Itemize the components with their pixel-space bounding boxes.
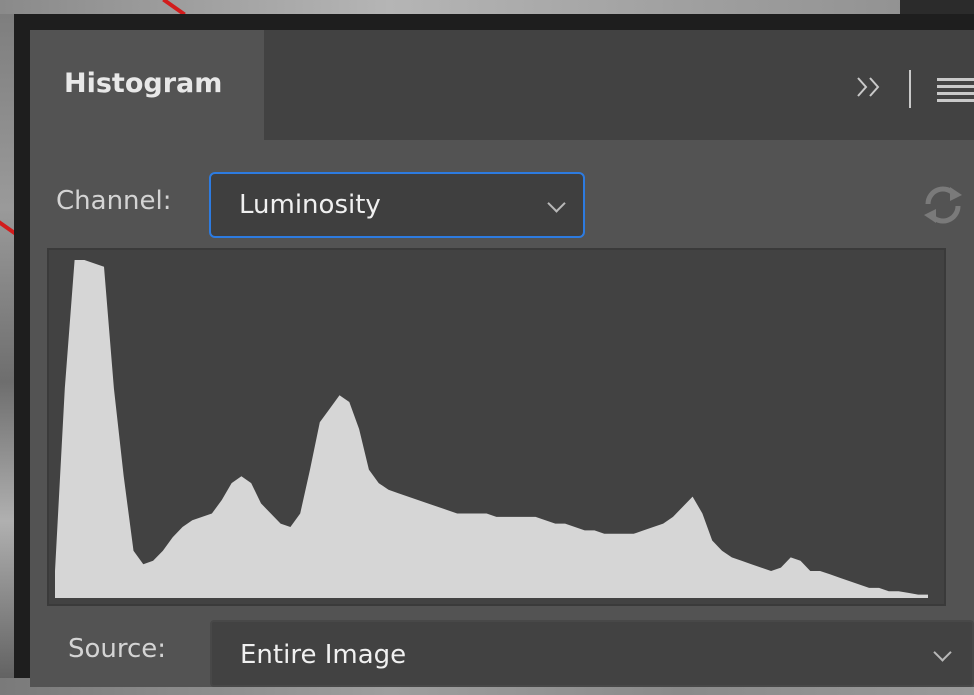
channel-label: Channel: bbox=[56, 186, 172, 216]
chevron-down-icon bbox=[933, 643, 952, 662]
panel-tab-bar: Histogram bbox=[30, 30, 974, 140]
panel-body: Histogram Channel: Luminosity Source: En… bbox=[30, 30, 974, 687]
tab-bar-separator bbox=[909, 70, 911, 108]
histogram-panel: Histogram Channel: Luminosity Source: En… bbox=[14, 14, 974, 687]
source-label: Source: bbox=[68, 634, 167, 664]
double-chevron-right-icon[interactable] bbox=[852, 72, 892, 102]
histogram-area bbox=[55, 260, 928, 598]
histogram-plot bbox=[55, 260, 928, 598]
source-dropdown[interactable]: Entire Image bbox=[210, 620, 974, 687]
channel-value: Luminosity bbox=[239, 190, 381, 220]
histogram-graph bbox=[47, 248, 946, 606]
chevron-down-icon bbox=[547, 194, 566, 213]
hamburger-menu-icon[interactable] bbox=[937, 78, 974, 104]
refresh-icon[interactable] bbox=[920, 182, 966, 228]
tab-label: Histogram bbox=[64, 68, 223, 99]
channel-dropdown[interactable]: Luminosity bbox=[209, 172, 585, 238]
tab-histogram[interactable]: Histogram bbox=[30, 30, 264, 140]
source-value: Entire Image bbox=[240, 640, 407, 670]
background-photo-top bbox=[0, 0, 974, 14]
